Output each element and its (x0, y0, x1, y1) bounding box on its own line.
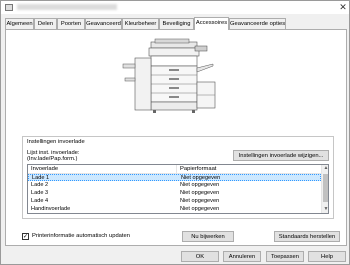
tab-delen[interactable]: Delen (34, 18, 57, 29)
printer-illustration (122, 38, 216, 113)
accessoires-panel: Instellingen invoerlade Lijst inst. invo… (5, 29, 347, 246)
tab-algemeen[interactable]: Algemeen (5, 18, 34, 29)
tab-geavanceerd[interactable]: Geavanceerd (85, 18, 122, 29)
printer-properties-dialog: ✕ Algemeen Delen Poorten Geavanceerd Kle… (0, 0, 350, 265)
tray-list-label-line2: (Inv.lade/Pap.form.) (27, 156, 78, 162)
listview-header: Invoerlade Papierformaat (28, 165, 321, 174)
listview-scrollbar[interactable]: ▲ ▼ (321, 165, 328, 213)
row-size: Niet opgegeven (180, 198, 220, 204)
change-tray-settings-button[interactable]: Instellingen invoerlade wijzigen... (233, 150, 329, 161)
table-row[interactable]: Lade 3 Niet opgegeven (28, 190, 321, 197)
auto-update-label: Printerinformatie automatisch updaten (32, 233, 130, 239)
column-header-tray[interactable]: Invoerlade (31, 166, 58, 172)
auto-update-checkbox[interactable]: ✓ (22, 233, 29, 240)
tab-strip: Algemeen Delen Poorten Geavanceerd Kleur… (5, 17, 345, 30)
update-now-button[interactable]: Nu bijwerken (182, 231, 234, 242)
scroll-up-icon[interactable]: ▲ (322, 165, 328, 172)
restore-defaults-button[interactable]: Standaards herstellen (274, 231, 340, 242)
row-size: Niet opgegeven (180, 190, 220, 196)
scroll-thumb[interactable] (323, 174, 328, 202)
tab-accessoires[interactable]: Accessoires (194, 17, 229, 30)
row-size: Niet opgegeven (180, 182, 220, 188)
tab-poorten[interactable]: Poorten (57, 18, 85, 29)
table-row[interactable]: Lade 4 Niet opgegeven (28, 198, 321, 205)
tab-geavanceerde-opties[interactable]: Geavanceerde opties (229, 18, 286, 29)
row-tray: Lade 1 (32, 175, 50, 181)
row-tray: Lade 4 (31, 198, 49, 204)
row-size: Niet opgegeven (180, 206, 220, 212)
row-tray: Lade 2 (31, 182, 49, 188)
table-row[interactable]: Lade 2 Niet opgegeven (28, 182, 321, 189)
row-tray: Handinvoerlade (31, 206, 71, 212)
ok-button[interactable]: OK (181, 251, 219, 262)
tray-listview[interactable]: Invoerlade Papierformaat Lade 1 Niet opg… (27, 164, 329, 214)
table-row[interactable]: Handinvoerlade Niet opgegeven (28, 206, 321, 213)
table-row[interactable]: Lade 1 Niet opgegeven (28, 174, 321, 181)
tab-kleurbeheer[interactable]: Kleurbeheer (122, 18, 159, 29)
row-tray: Lade 3 (31, 190, 49, 196)
row-size: Niet opgegeven (181, 175, 221, 181)
column-divider[interactable] (176, 165, 177, 174)
close-icon[interactable]: ✕ (337, 1, 349, 13)
tray-list-label: Lijst inst. invoerlade: (Inv.lade/Pap.fo… (27, 150, 117, 162)
title-bar: ✕ (1, 1, 349, 14)
cancel-button[interactable]: Annuleren (223, 251, 261, 262)
help-button[interactable]: Help (308, 251, 346, 262)
input-tray-settings-group: Instellingen invoerlade Lijst inst. invo… (22, 136, 334, 219)
printer-icon (5, 4, 13, 11)
column-header-paper-size[interactable]: Papierformaat (180, 166, 216, 172)
tab-beveiliging[interactable]: Beveiliging (159, 18, 194, 29)
window-title (17, 4, 117, 10)
group-title: Instellingen invoerlade (27, 139, 85, 145)
apply-button[interactable]: Toepassen (266, 251, 304, 262)
scroll-down-icon[interactable]: ▼ (322, 206, 328, 213)
